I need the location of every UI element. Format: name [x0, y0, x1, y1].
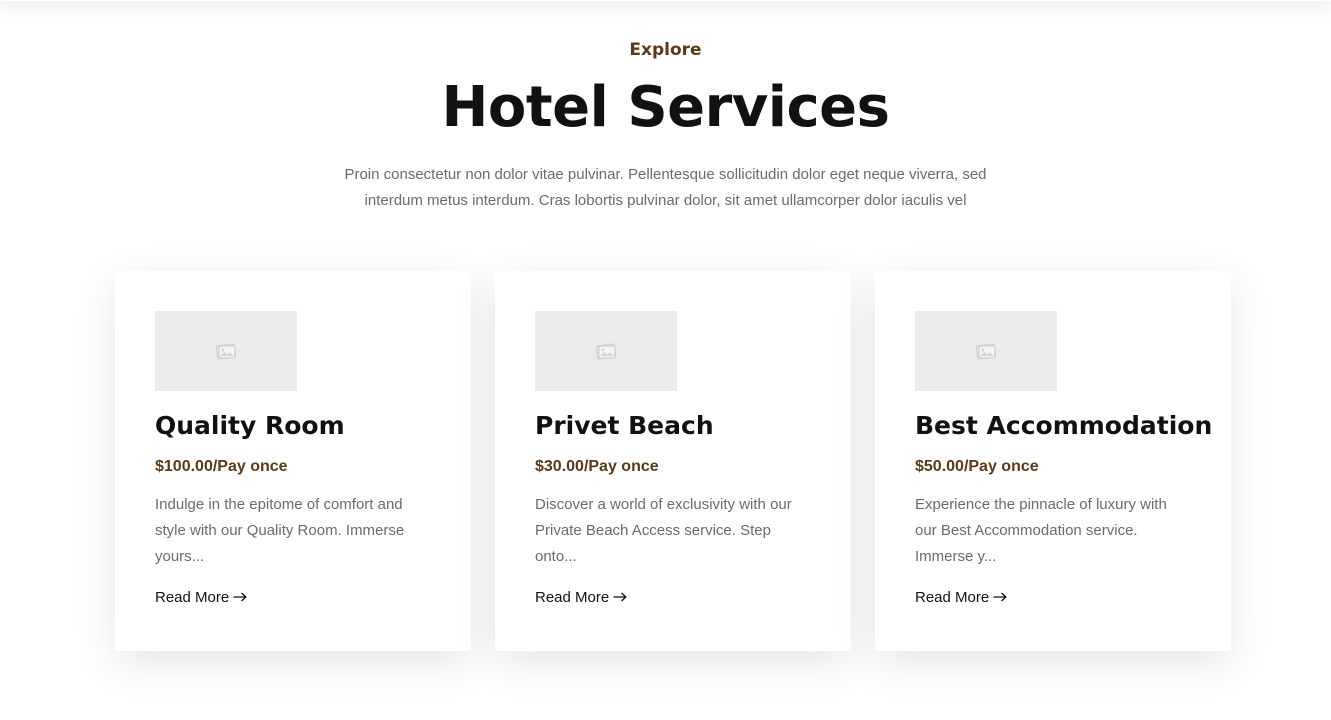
service-card: Best Accommodation $50.00/Pay once Exper…	[875, 271, 1231, 651]
card-image	[915, 311, 1057, 391]
card-image	[535, 311, 677, 391]
read-more-label: Read More	[535, 589, 610, 606]
read-more-link[interactable]: Read More	[155, 587, 247, 609]
read-more-link[interactable]: Read More	[915, 587, 1007, 609]
section-eyebrow: Explore	[629, 40, 702, 60]
card-description: Indulge in the epitome of comfort and st…	[155, 496, 405, 565]
card-price: $50.00/Pay once	[915, 458, 1039, 475]
read-more-label: Read More	[915, 589, 990, 606]
arrow-right-icon	[233, 587, 247, 609]
page: Explore Hotel Services Proin consectetur…	[0, 0, 1331, 720]
card-title: Privet Beach	[535, 411, 714, 440]
card-description: Experience the pinnacle of luxury with o…	[915, 496, 1167, 565]
image-placeholder-icon	[974, 341, 998, 361]
read-more-label: Read More	[155, 589, 230, 606]
card-image	[155, 311, 297, 391]
service-card: Privet Beach $30.00/Pay once Discover a …	[495, 271, 851, 651]
section-header: Explore Hotel Services Proin consectetur…	[0, 38, 1331, 214]
header-shadow	[0, 0, 1331, 1]
service-cards: Quality Room $100.00/Pay once Indulge in…	[115, 271, 1231, 651]
card-description: Discover a world of exclusivity with our…	[535, 496, 792, 565]
card-price: $100.00/Pay once	[155, 458, 288, 475]
arrow-right-icon	[993, 587, 1007, 609]
service-card: Quality Room $100.00/Pay once Indulge in…	[115, 271, 471, 651]
section-title: Hotel Services	[441, 75, 890, 140]
card-title: Best Accommodation	[915, 411, 1213, 440]
arrow-right-icon	[613, 587, 627, 609]
image-placeholder-icon	[594, 341, 618, 361]
read-more-link[interactable]: Read More	[535, 587, 627, 609]
section-subtitle: Proin consectetur non dolor vitae pulvin…	[344, 166, 987, 209]
image-placeholder-icon	[214, 341, 238, 361]
card-price: $30.00/Pay once	[535, 458, 659, 475]
card-title: Quality Room	[155, 411, 345, 440]
